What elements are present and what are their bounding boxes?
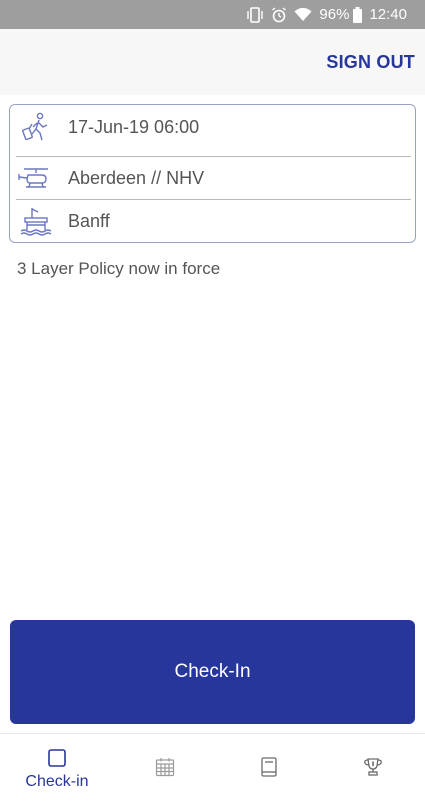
trip-route-row: Aberdeen // NHV (16, 162, 411, 194)
oil-platform-icon (16, 205, 56, 237)
checkbox-square-icon (47, 747, 67, 769)
battery-percent: 96% (319, 6, 350, 23)
clock: 12:40 (369, 6, 407, 23)
sign-out-button[interactable]: SIGN OUT (326, 52, 415, 73)
battery-icon (353, 6, 363, 23)
wifi-icon (294, 7, 312, 22)
helicopter-icon (16, 162, 56, 194)
check-in-button[interactable]: Check-In (10, 620, 415, 724)
calendar-icon (155, 756, 175, 778)
trophy-icon (363, 756, 383, 778)
trip-route: Aberdeen // NHV (68, 167, 205, 188)
trip-destination-row: Banff (16, 205, 411, 237)
vibrate-icon (246, 6, 264, 23)
trip-card: 17-Jun-19 06:00 Aberdeen // NHV Banff (9, 104, 416, 243)
nav-item-calendar[interactable] (112, 734, 218, 801)
trip-destination: Banff (68, 210, 110, 231)
alarm-icon (271, 6, 287, 23)
status-bar: 96% 12:40 (0, 0, 425, 29)
trip-datetime: 17-Jun-19 06:00 (68, 116, 200, 137)
traveler-luggage-icon (16, 111, 56, 143)
nav-item-check-in[interactable]: Check-in (4, 734, 110, 801)
bottom-nav: Check-in (0, 733, 425, 800)
divider (16, 199, 411, 200)
divider (16, 156, 411, 157)
app-header: SIGN OUT (0, 29, 425, 95)
nav-item-book[interactable] (216, 734, 322, 801)
trip-datetime-row: 17-Jun-19 06:00 (16, 111, 411, 143)
book-icon (260, 756, 278, 778)
nav-label-check-in: Check-in (25, 773, 89, 790)
policy-notice: 3 Layer Policy now in force (17, 259, 221, 278)
nav-item-trophy[interactable] (320, 734, 425, 801)
